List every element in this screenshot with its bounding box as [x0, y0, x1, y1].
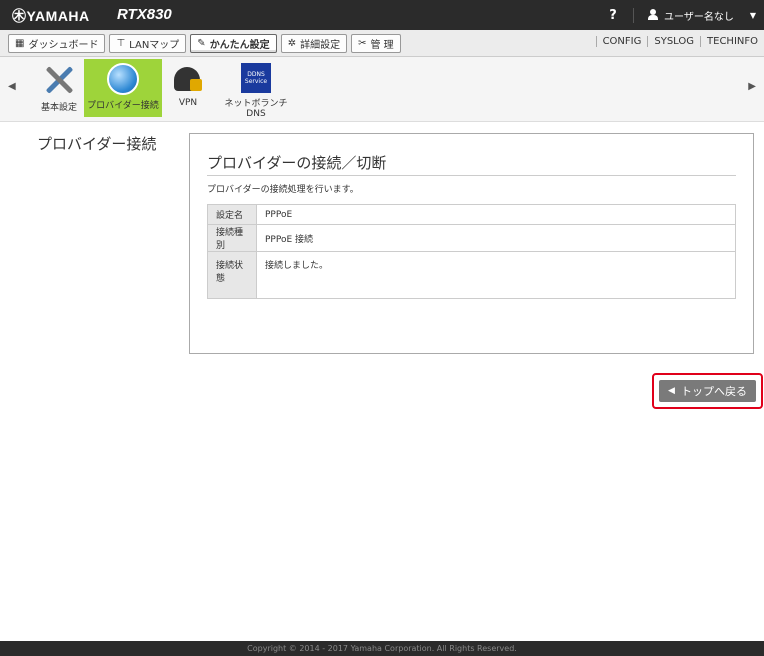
scroll-right-icon[interactable]: ▶	[748, 81, 756, 92]
panel-title: プロバイダーの接続／切断	[207, 154, 387, 172]
yamaha-logo: ㊍YAMAHA	[12, 8, 90, 24]
user-menu[interactable]: ユーザー名なし ▼	[634, 8, 764, 23]
help-button[interactable]: ?	[593, 7, 635, 23]
tile-provider-connection-label: プロバイダー接続	[87, 101, 159, 111]
row-value: PPPoE	[256, 204, 736, 225]
back-to-top-label: トップへ戻る	[680, 385, 747, 398]
tile-vpn-label: VPN	[178, 98, 198, 108]
top-header: ㊍YAMAHA RTX830 ? ユーザー名なし ▼	[0, 0, 764, 30]
menu-management-label: 管 理	[370, 40, 394, 51]
footer-copyright: Copyright © 2014 - 2017 Yamaha Corporati…	[0, 641, 764, 656]
table-row: 設定名 PPPoE	[207, 204, 736, 225]
header-right: ? ユーザー名なし ▼	[593, 0, 764, 30]
panel-description: プロバイダーの接続処理を行います。	[207, 185, 359, 195]
syslog-link[interactable]: SYSLOG	[647, 36, 700, 47]
menu-easy-setup[interactable]: ✎ かんたん設定	[190, 34, 277, 53]
tools-icon	[42, 63, 76, 97]
globe-icon	[107, 63, 139, 95]
table-row: 接続種別 PPPoE 接続	[207, 224, 736, 252]
techinfo-link[interactable]: TECHINFO	[700, 36, 764, 47]
row-label: 設定名	[207, 204, 257, 225]
config-link[interactable]: CONFIG	[595, 36, 648, 47]
tile-vpn[interactable]: VPN	[168, 59, 208, 117]
wrench-icon: ✂	[358, 38, 367, 49]
back-button-highlight: ◀ トップへ戻る	[652, 373, 763, 409]
vpn-lock-icon	[172, 63, 204, 95]
feature-icon-bar: ◀ 基本設定 プロバイダー接続 VPN DDNS Service ネットボランチ…	[0, 57, 764, 122]
menu-advanced-settings[interactable]: ✲ 詳細設定	[280, 34, 348, 53]
menu-dashboard[interactable]: ▦ ダッシュボード	[8, 34, 106, 53]
dashboard-icon: ▦	[15, 38, 25, 49]
status-table: 設定名 PPPoE 接続種別 PPPoE 接続 接続状態 接続しました。	[207, 204, 736, 299]
tile-basic-settings[interactable]: 基本設定	[36, 59, 82, 117]
tile-provider-connection[interactable]: プロバイダー接続	[84, 59, 162, 117]
menu-easy-setup-label: かんたん設定	[209, 40, 270, 51]
menu-dashboard-label: ダッシュボード	[28, 40, 99, 51]
row-label: 接続種別	[207, 224, 257, 252]
row-label: 接続状態	[207, 251, 257, 299]
chevron-down-icon: ▼	[749, 10, 756, 20]
wand-icon: ✎	[197, 38, 206, 49]
main-menu-bar: ▦ ダッシュボード ⊤ LANマップ ✎ かんたん設定 ✲ 詳細設定 ✂ 管 理…	[0, 30, 764, 57]
connection-panel: プロバイダーの接続／切断 プロバイダーの接続処理を行います。 設定名 PPPoE…	[189, 133, 754, 354]
user-name: ユーザー名なし	[664, 11, 734, 23]
menu-lan-map-label: LANマップ	[129, 40, 180, 51]
menu-management[interactable]: ✂ 管 理	[351, 34, 401, 53]
tile-netvolante-dns-label: ネットボランチDNS	[224, 99, 288, 119]
lan-map-icon: ⊤	[116, 38, 126, 49]
menu-advanced-settings-label: 詳細設定	[300, 40, 341, 51]
back-arrow-icon: ◀	[668, 386, 675, 396]
tile-basic-settings-label: 基本設定	[40, 103, 77, 113]
tile-netvolante-dns[interactable]: DDNS Service ネットボランチDNS	[216, 59, 296, 119]
model-name: RTX830	[117, 6, 172, 23]
row-value: PPPoE 接続	[256, 224, 736, 252]
divider	[207, 175, 736, 176]
section-title: プロバイダー接続	[37, 135, 157, 153]
gear-icon: ✲	[287, 38, 297, 49]
back-to-top-button[interactable]: ◀ トップへ戻る	[659, 380, 756, 402]
table-row: 接続状態 接続しました。	[207, 251, 736, 299]
utility-links: CONFIG SYSLOG TECHINFO	[595, 36, 764, 47]
ddns-icon: DDNS Service	[241, 63, 271, 93]
scroll-left-icon[interactable]: ◀	[8, 81, 16, 92]
row-value: 接続しました。	[256, 251, 736, 299]
menu-lan-map[interactable]: ⊤ LANマップ	[109, 34, 187, 53]
user-icon	[648, 9, 659, 21]
